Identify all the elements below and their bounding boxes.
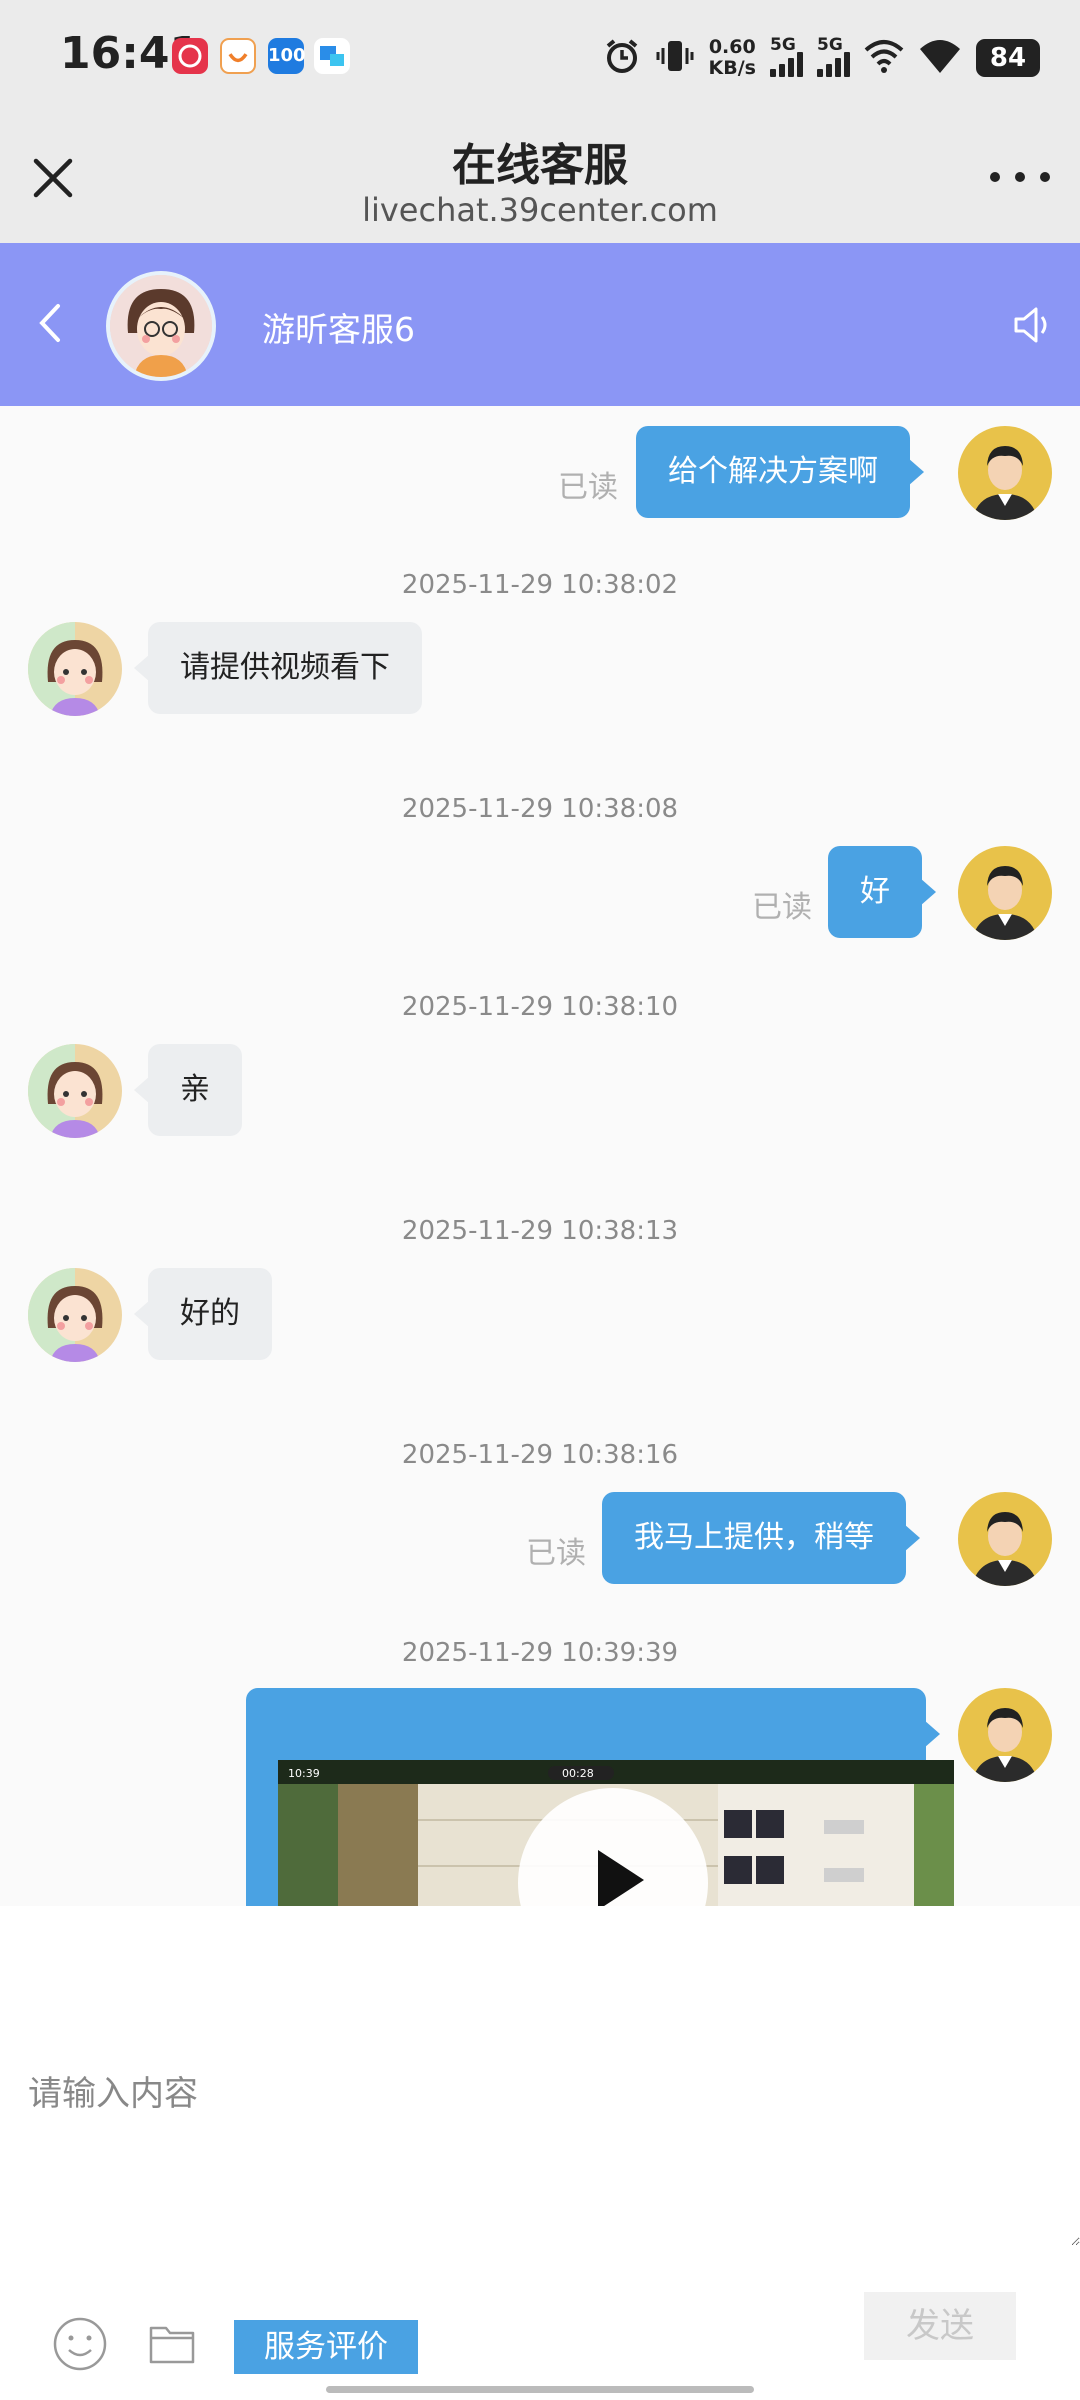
user-message-bubble[interactable]: 我马上提供，稍等 (602, 1492, 920, 1584)
signal-5g-2-icon: 5G (817, 35, 850, 77)
svg-text:10:39: 10:39 (288, 1767, 320, 1780)
speaker-icon (1014, 307, 1047, 343)
user-avatar (958, 426, 1052, 520)
user-avatar (958, 846, 1052, 940)
agent-message-avatar (28, 1044, 122, 1138)
video-thumbnail[interactable]: 10:39 00:28 (278, 1760, 954, 1906)
agent-avatar (106, 271, 216, 381)
user-video-message[interactable]: 10:39 00:28 (246, 1688, 954, 1906)
didi-app-icon (220, 38, 256, 74)
agent-message-avatar (28, 1268, 122, 1362)
blue-app-icon (314, 38, 350, 74)
user-message-bubble[interactable]: 给个解决方案啊 (636, 426, 924, 518)
agent-message-avatar (28, 622, 122, 716)
agent-message-bubble[interactable]: 好的 (134, 1268, 272, 1360)
network-speed-unit: KB/s (708, 57, 756, 79)
signal-5g-1-icon: 5G (770, 35, 803, 77)
network-speed: 0.60 KB/s (709, 37, 756, 79)
signal-label: 5G (817, 35, 843, 55)
agent-name: 游昕客服6 (262, 310, 415, 349)
message-timestamp: 2025-11-29 10:38:08 (401, 794, 679, 824)
send-button[interactable]: 发送 (864, 2292, 1016, 2360)
battery-indicator: 84 (976, 39, 1040, 77)
sound-toggle-button[interactable] (1010, 303, 1054, 347)
more-dot (990, 172, 1000, 182)
alarm-icon (603, 37, 641, 79)
home-indicator[interactable] (326, 2386, 754, 2393)
notification-app-icon (172, 38, 208, 74)
chat-header: 游昕客服6 (0, 243, 1080, 406)
app-root: 16:41 100 0.60 KB/s 5G 5G 84 在线客服 livech… (0, 0, 1080, 2400)
page-url: livechat.39center.com (362, 191, 718, 229)
signal-label: 5G (770, 35, 796, 55)
wifi-icon (918, 37, 962, 79)
user-avatar (958, 1688, 1052, 1782)
message-timestamp: 2025-11-29 10:38:02 (401, 570, 679, 600)
more-dot (1015, 172, 1025, 182)
message-timestamp: 2025-11-29 10:38:10 (401, 992, 679, 1022)
message-timestamp: 2025-11-29 10:39:39 (401, 1638, 679, 1668)
network-speed-value: 0.60 (708, 36, 756, 58)
browser-top-bar: 在线客服 livechat.39center.com (0, 115, 1080, 243)
user-avatar (958, 1492, 1052, 1586)
agent-message-bubble[interactable]: 亲 (134, 1044, 242, 1136)
agent-message-bubble[interactable]: 请提供视频看下 (134, 622, 422, 714)
service-rating-button[interactable]: 服务评价 (234, 2320, 418, 2374)
folder-icon (149, 2326, 195, 2364)
message-timestamp: 2025-11-29 10:38:16 (401, 1440, 679, 1470)
more-dot (1040, 172, 1050, 182)
page-title: 在线客服 (452, 140, 628, 191)
read-receipt: 已读 (752, 890, 812, 925)
more-options-button[interactable] (990, 165, 1050, 189)
emoji-button[interactable] (52, 2316, 108, 2372)
message-list[interactable]: 已读 给个解决方案啊 2025-11-29 10:38:02 请提供视频看下 2… (0, 406, 1080, 1906)
read-receipt: 已读 (526, 1536, 586, 1571)
emoji-icon (53, 2317, 107, 2371)
video-duration: 00:28 (562, 1767, 594, 1780)
message-input[interactable] (0, 1906, 1080, 2246)
user-message-bubble[interactable]: 好 (828, 846, 936, 938)
chevron-left-icon (39, 304, 60, 342)
message-composer: 服务评价 发送 (0, 1906, 1080, 2400)
message-timestamp: 2025-11-29 10:38:13 (401, 1216, 679, 1246)
vibrate-icon (655, 36, 695, 80)
wifi-small-icon (864, 38, 904, 78)
read-receipt: 已读 (558, 470, 618, 505)
attach-file-button[interactable] (148, 2320, 196, 2366)
back-button[interactable] (30, 298, 70, 348)
kuaidi100-app-icon: 100 (268, 38, 306, 74)
status-indicators: 0.60 KB/s 5G 5G 84 (603, 30, 1040, 86)
status-bar: 16:41 100 0.60 KB/s 5G 5G 84 (0, 0, 1080, 115)
